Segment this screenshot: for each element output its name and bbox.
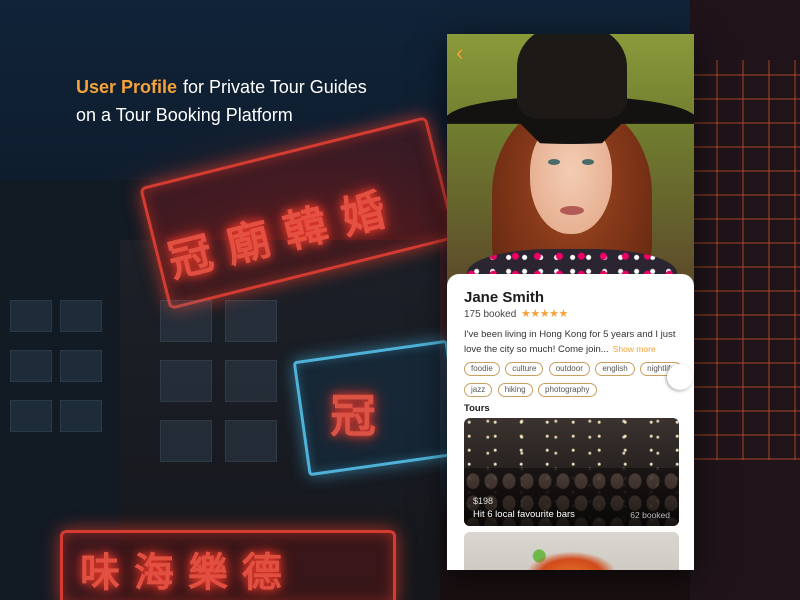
tag-culture[interactable]: culture — [505, 362, 544, 376]
headline-line-2: on a Tour Booking Platform — [76, 105, 293, 125]
booked-count: 175 booked — [464, 309, 517, 320]
headline-line-1-text: for Private Tour Guides — [183, 77, 367, 97]
window — [60, 400, 102, 432]
tag-english[interactable]: english — [595, 362, 635, 376]
interest-tags: foodie culture outdoor english nightlife… — [464, 358, 684, 400]
star-icon: ★ — [521, 308, 531, 320]
star-icon: ★ — [549, 308, 559, 320]
window — [60, 300, 102, 332]
neon-glyphs: 冠 — [330, 389, 376, 443]
window — [160, 300, 212, 342]
tour-booked-count: 62 booked — [630, 510, 670, 520]
tag-jazz[interactable]: jazz — [464, 383, 493, 397]
tour-price: $198 — [473, 496, 494, 506]
show-more-link[interactable]: Show more — [613, 344, 656, 354]
tag-hiking[interactable]: hiking — [497, 383, 533, 397]
window — [225, 420, 277, 462]
tour-card[interactable]: $198 Hit 6 local favourite bars 62 booke… — [464, 418, 679, 526]
scroll-indicator[interactable] — [667, 364, 693, 390]
photo-hat-crown — [517, 34, 627, 119]
window — [160, 360, 212, 402]
photo-lips — [560, 206, 584, 215]
tours-heading: Tours — [464, 403, 490, 414]
profile-photo: ‹ — [447, 34, 694, 286]
star-icon: ★ — [530, 308, 540, 320]
star-icon: ★ — [558, 308, 569, 320]
photo-eye — [548, 159, 560, 165]
neon-glyphs: 味 海 樂 德 — [80, 549, 282, 596]
tour-card[interactable] — [464, 532, 679, 570]
headline: User Profile for Private Tour Guides on a… — [76, 73, 367, 129]
window — [60, 350, 102, 382]
window — [225, 300, 277, 342]
window — [160, 420, 212, 462]
phone-screen: ‹ Jane Smith 175 booked ★★★★★ I've been … — [447, 34, 694, 570]
fire-escape — [690, 60, 800, 460]
profile-card: Jane Smith 175 booked ★★★★★ I've been li… — [447, 274, 694, 570]
window — [10, 300, 52, 332]
rating-stars: ★★★★★ — [521, 307, 568, 320]
tag-outdoor[interactable]: outdoor — [548, 362, 590, 376]
tag-photography[interactable]: photography — [538, 383, 597, 397]
guide-bio: I've been living in Hong Kong for 5 year… — [464, 328, 679, 357]
headline-accent: User Profile — [76, 77, 178, 97]
guide-name: Jane Smith — [464, 289, 545, 306]
star-icon: ★ — [539, 308, 550, 320]
tour-title: Hit 6 local favourite bars — [473, 509, 575, 520]
window — [10, 350, 52, 382]
headline-line-1: User Profile for Private Tour Guides — [76, 73, 367, 101]
chevron-left-icon[interactable]: ‹ — [456, 42, 463, 64]
neon-sign — [292, 339, 464, 477]
photo-eye — [582, 159, 594, 165]
window — [10, 400, 52, 432]
tag-foodie[interactable]: foodie — [464, 362, 500, 376]
window — [225, 360, 277, 402]
